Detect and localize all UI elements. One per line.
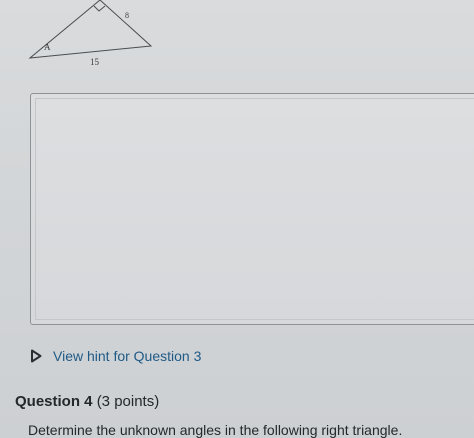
- answer-text-area-inner[interactable]: [35, 98, 474, 320]
- vertex-label-a: A: [44, 42, 51, 52]
- side-label-8: 8: [125, 11, 129, 20]
- view-hint-toggle[interactable]: View hint for Question 3: [30, 346, 201, 366]
- triangle-figure: A 8 15: [24, 0, 164, 75]
- view-hint-link[interactable]: View hint for Question 3: [53, 348, 201, 364]
- caret-right-icon[interactable]: [30, 349, 42, 363]
- question-title: Question 4: [15, 393, 93, 410]
- question-prompt: Determine the unknown angles in the foll…: [28, 422, 403, 438]
- answer-text-area[interactable]: [30, 93, 474, 325]
- question-points: (3 points): [96, 393, 160, 410]
- question-heading: Question 4 (3 points): [15, 393, 159, 410]
- side-label-15: 15: [90, 57, 99, 67]
